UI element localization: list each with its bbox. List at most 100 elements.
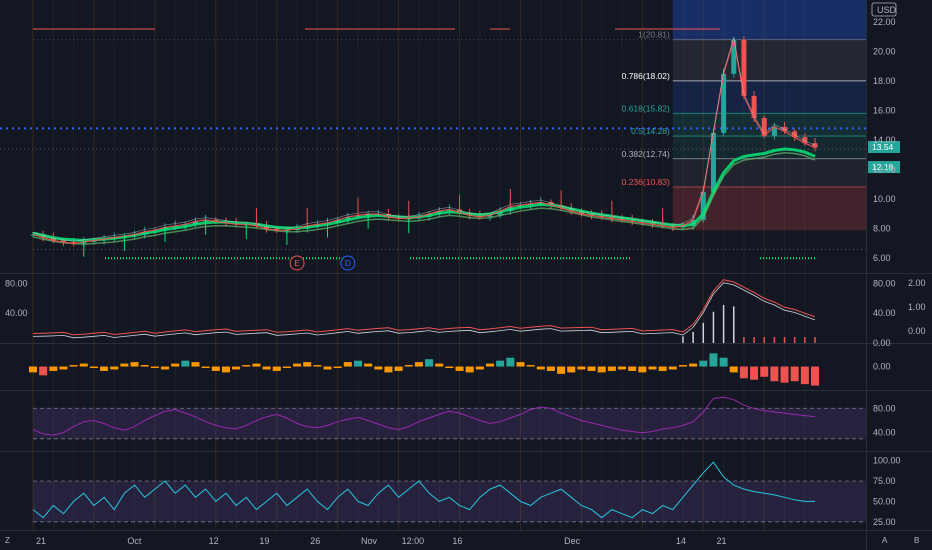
histogram-bar (536, 366, 545, 370)
histogram-bar (729, 366, 738, 373)
histogram-bar (313, 365, 322, 367)
price-tick-label: 18.00 (873, 76, 896, 86)
auto-scale-toggle[interactable]: A (882, 536, 888, 545)
histogram-bar (221, 366, 230, 373)
price-tick-label: 16.00 (873, 106, 896, 116)
histogram-bar (739, 366, 748, 379)
histogram-bar (577, 366, 586, 370)
price-tick-label: 12.00 (873, 165, 896, 175)
histogram-bar (110, 366, 119, 370)
fib-zone (672, 39, 866, 81)
rsi-band (33, 408, 866, 439)
timezone-toggle[interactable]: Z (5, 536, 10, 545)
histogram-bar (587, 366, 596, 371)
histogram-bar (526, 365, 535, 367)
stoch-tick-label: 75.00 (873, 476, 896, 486)
histogram-bar (760, 366, 769, 377)
time-axis-label: Nov (361, 536, 378, 546)
osc1-left-tick-label: 80.00 (5, 278, 28, 288)
histogram-bar (618, 366, 627, 370)
fib-zone (672, 113, 866, 137)
histogram-bar (69, 365, 78, 367)
histogram-bar (59, 366, 68, 370)
price-tick-label: 10.00 (873, 194, 896, 204)
histogram-bar (29, 366, 37, 373)
fib-level-label: 0.786(18.02) (622, 71, 670, 81)
histogram-bar (262, 366, 271, 370)
histogram-bar (181, 360, 190, 367)
price-tick-label: 8.00 (873, 224, 891, 234)
histogram-bar (293, 363, 302, 367)
stoch-tick-label: 100.00 (873, 456, 901, 466)
fib-level-label: 1(20.81) (638, 30, 670, 40)
histogram-bar (496, 360, 505, 367)
time-axis-label: 12 (209, 536, 219, 546)
osc1-far-right-tick-label: 0.00 (908, 326, 926, 336)
histogram-bar (628, 366, 637, 371)
histogram-bar (343, 362, 352, 367)
histogram-tick-label: 0.00 (873, 362, 891, 372)
histogram-bar (39, 366, 48, 376)
histogram-bar (638, 366, 647, 373)
histogram-bar (252, 363, 261, 367)
osc1-tick-label: 0.00 (873, 338, 891, 348)
histogram-bar (790, 366, 799, 382)
log-scale-toggle[interactable]: B (914, 536, 919, 545)
osc1-left-tick-label: 40.00 (5, 308, 28, 318)
histogram-bar (140, 365, 149, 367)
histogram-bar (394, 366, 403, 371)
time-axis-label: Dec (564, 536, 581, 546)
fib-level-label: 0.236(10.83) (622, 177, 670, 187)
time-axis-label: 16 (452, 536, 462, 546)
histogram-bar (272, 366, 281, 371)
histogram-bar (750, 366, 759, 380)
histogram-bar (100, 366, 109, 371)
osc1-tick-label: 40.00 (873, 308, 896, 318)
histogram-bar (364, 363, 373, 367)
time-axis-label: 21 (716, 536, 726, 546)
histogram-bar (414, 362, 423, 367)
osc1-far-right-tick-label: 1.00 (908, 302, 926, 312)
histogram-bar (719, 357, 728, 367)
price-chart[interactable]: 1(20.81)0.786(18.02)0.618(15.82)0.5(14.2… (0, 0, 932, 550)
stoch-tick-label: 50.00 (873, 496, 896, 506)
histogram-bar (49, 366, 58, 371)
time-axis-label: 21 (36, 536, 46, 546)
histogram-bar (658, 366, 667, 371)
histogram-bar (567, 366, 576, 373)
rsi-tick-label: 40.00 (873, 428, 896, 438)
histogram-bar (699, 360, 708, 367)
histogram-bar (465, 366, 474, 373)
histogram-bar (546, 366, 555, 371)
event-marker-label: D (345, 258, 351, 268)
currency-label: USD (877, 5, 897, 15)
histogram-bar (648, 366, 657, 370)
histogram-bar (506, 357, 515, 367)
osc1-tick-label: 80.00 (873, 278, 896, 288)
histogram-bar (89, 366, 98, 368)
selection-box (672, 0, 866, 40)
fib-zone (672, 80, 866, 114)
histogram-bar (232, 366, 241, 370)
time-axis-label: 19 (259, 536, 269, 546)
histogram-bar (211, 366, 220, 371)
histogram-bar (404, 365, 413, 367)
histogram-bar (486, 363, 495, 367)
histogram-bar (323, 366, 332, 370)
histogram-bar (171, 363, 180, 367)
histogram-bar (475, 366, 484, 370)
fib-level-label: 0.618(15.82) (622, 103, 670, 113)
histogram-bar (333, 366, 342, 368)
histogram-bar (303, 362, 312, 367)
event-marker-label: E (294, 258, 300, 268)
price-tick-label: 6.00 (873, 253, 891, 263)
histogram-bar (455, 366, 464, 371)
histogram-bar (282, 366, 291, 368)
histogram-bar (161, 366, 170, 370)
histogram-bar (770, 366, 779, 382)
histogram-bar (384, 366, 393, 373)
fib-level-label: 0.382(12.74) (622, 149, 670, 159)
histogram-bar (668, 366, 677, 370)
time-axis-label: 26 (310, 536, 320, 546)
histogram-bar (120, 363, 129, 367)
